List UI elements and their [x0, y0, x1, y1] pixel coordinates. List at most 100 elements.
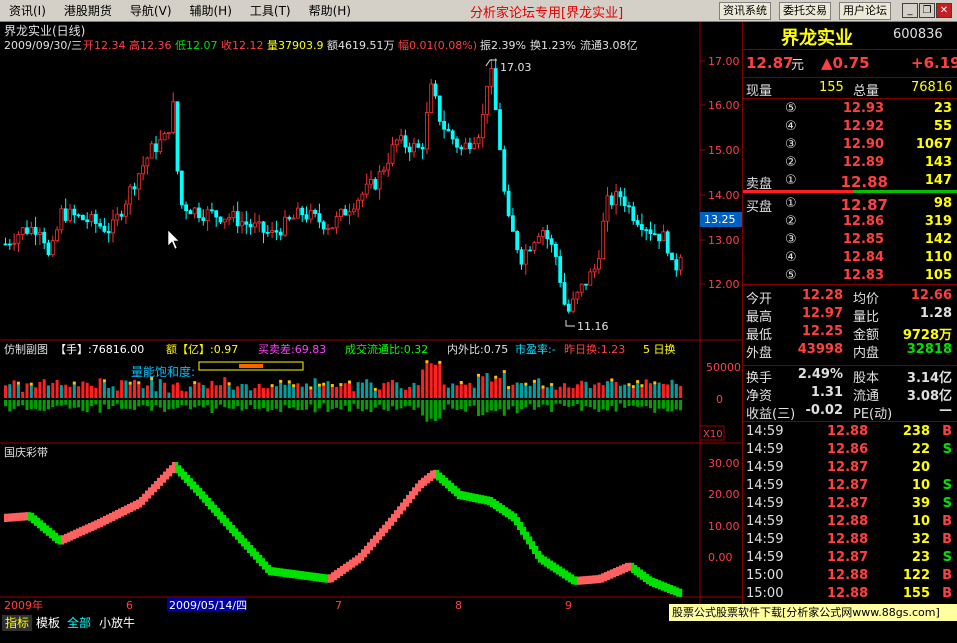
volume-bar	[520, 383, 523, 398]
close-icon[interactable]: ✕	[936, 3, 952, 18]
tab-template[interactable]: 模板	[33, 615, 63, 631]
candle-body	[145, 157, 150, 167]
price-axis-label: 12.00	[708, 278, 740, 291]
volume-bar	[330, 387, 334, 398]
volume-bar-neg	[610, 400, 614, 407]
band-segment	[64, 533, 68, 544]
candle-body	[291, 217, 296, 220]
volume-bar-neg	[429, 400, 433, 419]
candle-body	[627, 205, 631, 208]
band-segment	[445, 477, 449, 489]
candle-body	[528, 249, 532, 252]
band-segment	[442, 475, 446, 486]
candle-body	[364, 183, 369, 195]
volume-bar	[313, 378, 317, 398]
news-system-button[interactable]: 资讯系统	[719, 2, 771, 20]
volume-bar-neg	[597, 400, 601, 412]
volume-cap	[292, 384, 296, 388]
candle-body	[154, 143, 158, 152]
volume-bar	[502, 373, 506, 398]
candle-body	[510, 215, 515, 232]
volume-bar	[640, 387, 644, 398]
band-segment	[208, 498, 212, 510]
restore-icon[interactable]: ❐	[919, 3, 935, 18]
tick-volume: 22	[911, 442, 930, 457]
minimize-icon[interactable]: _	[902, 3, 918, 18]
tick-price: 12.88	[827, 514, 869, 529]
volume-bar-neg	[47, 400, 50, 410]
menu-news[interactable]: 资讯(I)	[0, 1, 55, 21]
band-segment	[124, 505, 128, 515]
stat-value: 1.28	[919, 306, 952, 321]
band-segment	[28, 512, 32, 521]
candle-body	[450, 130, 455, 140]
volume-bar-neg	[141, 400, 145, 406]
band-segment	[529, 536, 533, 550]
menu-navigate[interactable]: 导航(V)	[121, 1, 181, 21]
band-segment	[379, 528, 383, 540]
band-segment	[121, 507, 125, 517]
volume-bar	[249, 390, 253, 398]
band-segment	[334, 570, 338, 581]
tick-side: S	[942, 496, 952, 511]
candle-body	[377, 171, 382, 190]
bid-volume: 319	[924, 214, 952, 229]
candle-body	[218, 216, 223, 223]
candle-body	[390, 144, 395, 164]
volume-bar	[231, 389, 235, 398]
tab-xiaofangniu[interactable]: 小放牛	[96, 615, 138, 631]
menu-help[interactable]: 帮助(H)	[300, 1, 360, 21]
band-segment	[229, 521, 233, 533]
volume-bar-neg	[227, 400, 231, 409]
volume-bar-neg	[145, 400, 149, 407]
menu-hk-futures[interactable]: 港股期货	[55, 1, 121, 21]
chart-area[interactable]: 界龙实业(日线) 2009/09/30/三 开12.34 高12.36 低12.…	[0, 22, 742, 612]
stat-value: —	[939, 403, 952, 418]
volume-bar	[575, 384, 579, 398]
menu-assist[interactable]: 辅助(H)	[181, 1, 241, 21]
volume-bar	[137, 384, 141, 398]
volume-bar	[606, 381, 609, 398]
candle-body	[38, 231, 42, 235]
stat-value: 12.97	[801, 306, 843, 321]
volume-bar-neg	[395, 400, 399, 410]
candle-body	[313, 210, 318, 214]
menu-tools[interactable]: 工具(T)	[241, 1, 300, 21]
tick-volume: 155	[902, 586, 930, 601]
tick-volume: 10	[911, 514, 930, 529]
vol-stat: 市盈率:-	[515, 342, 556, 356]
trade-button[interactable]: 委托交易	[779, 2, 831, 20]
band-segment	[562, 568, 566, 579]
stat-row: 净资 1.31 流通 3.08亿	[743, 385, 957, 404]
ask-volume: 143	[924, 155, 952, 170]
tick-row: 14:59 12.87 10 S	[743, 478, 957, 496]
volume-cap	[631, 385, 635, 389]
band-segment	[85, 524, 89, 534]
volume-bar	[296, 383, 300, 398]
volume-bar	[193, 384, 197, 398]
tick-row: 14:59 12.87 20	[743, 460, 957, 478]
current-vol-label: 现量	[746, 84, 773, 99]
band-segment	[22, 512, 26, 521]
time-axis-label: 8	[455, 599, 462, 612]
band-segment	[139, 496, 143, 508]
band-segment	[31, 512, 35, 524]
tab-indicator[interactable]: 指标	[2, 615, 33, 631]
band-segment	[595, 575, 599, 584]
volume-bar-neg	[434, 400, 437, 421]
info-date: 2009/09/30/三	[4, 39, 82, 52]
volume-bar-neg	[68, 400, 72, 409]
volume-bar-neg	[322, 400, 326, 404]
band-segment	[625, 562, 629, 573]
ask-volume: 1067	[915, 137, 952, 152]
ad-banner[interactable]: 股票公式股票软件下载[分析家公式网www.88gs.com]	[669, 604, 957, 621]
band-segment	[367, 542, 371, 554]
tick-row: 14:59 12.88 238 B	[743, 424, 957, 442]
volume-bar-neg	[38, 400, 42, 411]
volume-cap	[636, 380, 640, 384]
tab-all[interactable]: 全部	[64, 615, 94, 631]
volume-bar	[588, 388, 592, 398]
forum-button[interactable]: 用户论坛	[839, 2, 891, 20]
volume-bar-neg	[300, 400, 304, 410]
volume-bar-neg	[593, 400, 597, 410]
